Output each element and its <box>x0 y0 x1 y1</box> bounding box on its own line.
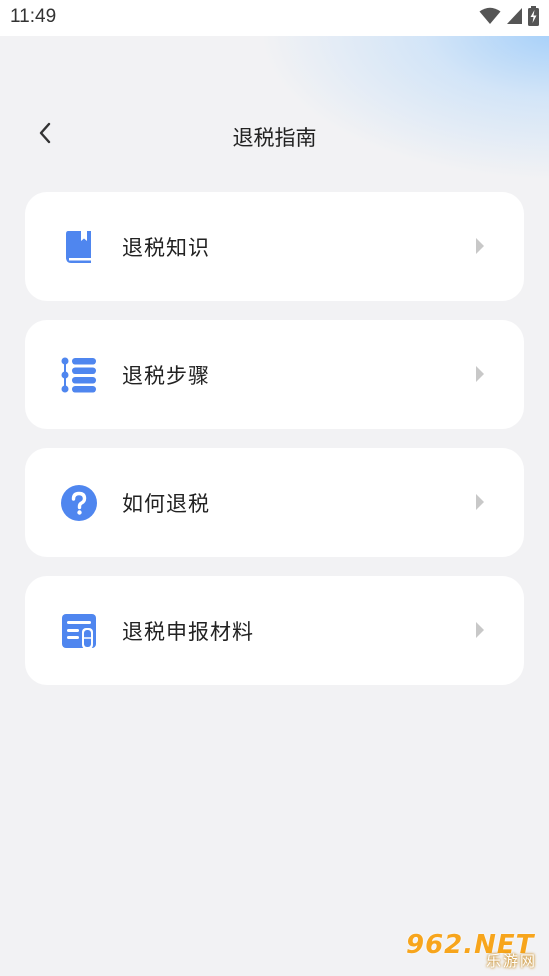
question-circle-icon <box>60 484 98 522</box>
page-title: 退税指南 <box>232 126 317 150</box>
watermark-sub-text: 乐游网 <box>485 952 537 970</box>
menu-item-label: 退税步骤 <box>122 364 210 388</box>
chevron-right-icon <box>474 236 486 256</box>
menu-item-label: 退税知识 <box>122 236 210 260</box>
menu-item-tax-refund-knowledge[interactable]: 退税知识 <box>25 192 524 301</box>
menu-item-how-to-refund[interactable]: 如何退税 <box>25 448 524 557</box>
list-icon <box>60 356 98 394</box>
battery-charging-icon <box>528 6 539 30</box>
status-bar: 11:49 <box>0 0 549 36</box>
menu-item-label: 退税申报材料 <box>122 620 254 644</box>
watermark: 962.NET 乐游网 <box>406 930 541 970</box>
signal-icon <box>506 7 523 29</box>
chevron-right-icon <box>474 364 486 384</box>
book-icon <box>60 228 98 266</box>
status-time: 11:49 <box>10 6 57 27</box>
chevron-right-icon <box>474 620 486 640</box>
menu-item-tax-refund-materials[interactable]: 退税申报材料 <box>25 576 524 685</box>
status-icons <box>479 6 539 30</box>
form-icon <box>60 612 98 650</box>
chevron-right-icon <box>474 492 486 512</box>
menu-item-tax-refund-steps[interactable]: 退税步骤 <box>25 320 524 429</box>
wifi-icon <box>479 7 501 29</box>
menu-item-label: 如何退税 <box>122 492 210 516</box>
